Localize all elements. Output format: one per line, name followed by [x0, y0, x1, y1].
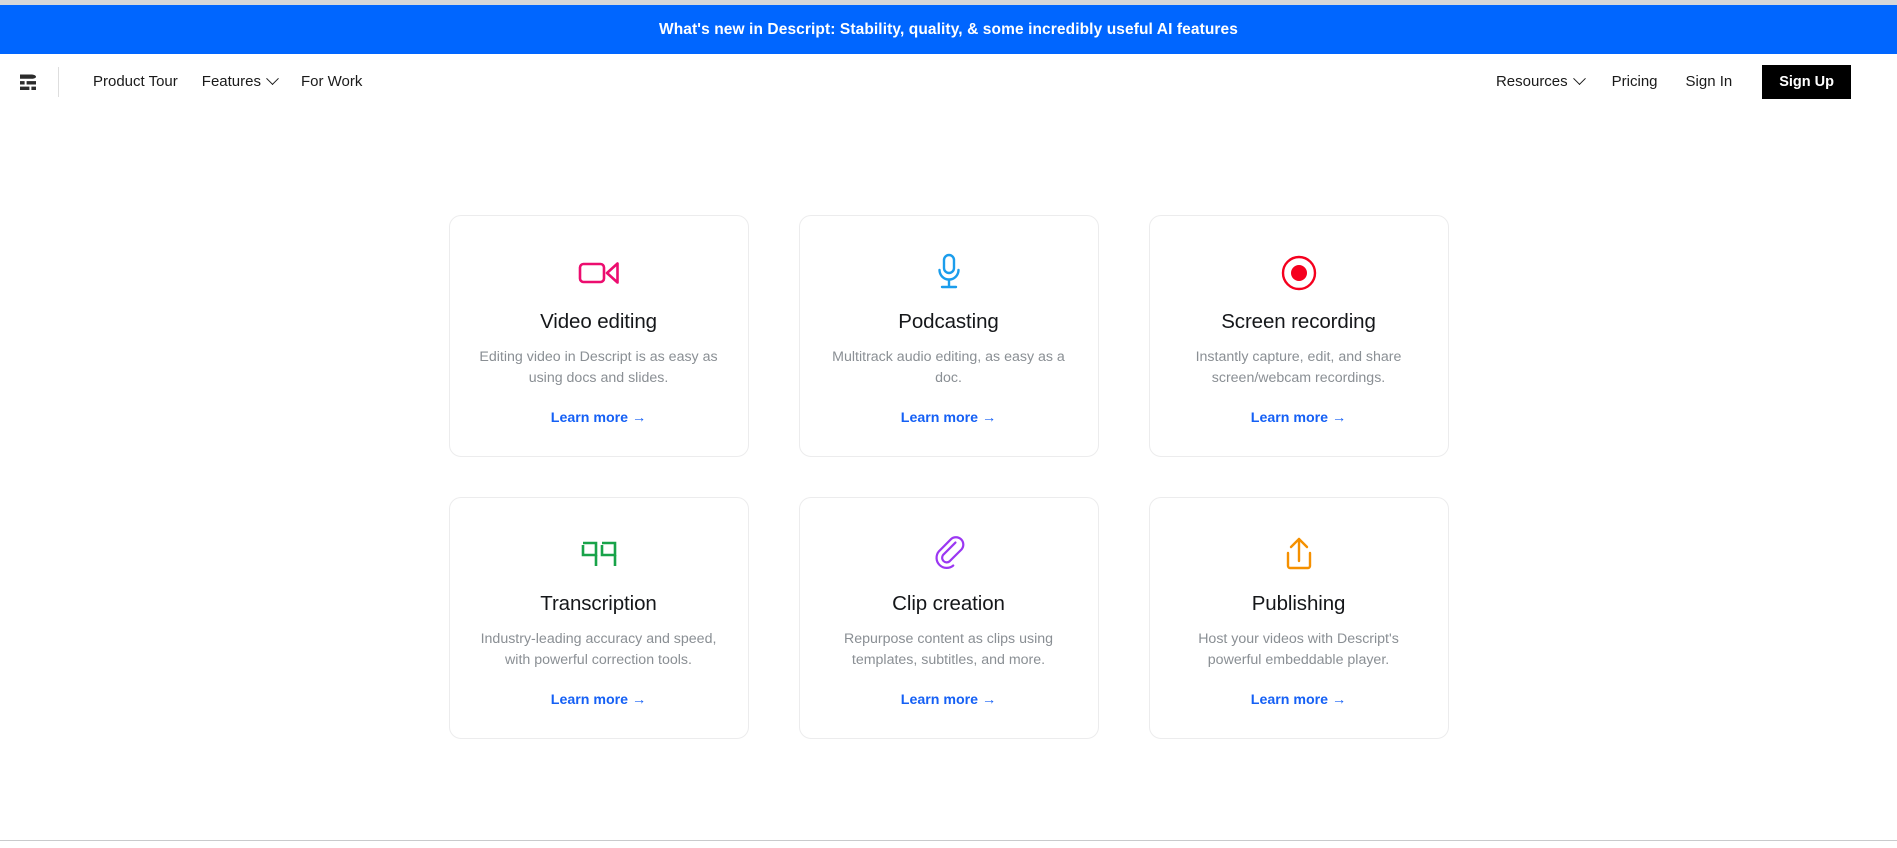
nav-item-label: Resources — [1495, 73, 1568, 90]
nav-item-features[interactable]: Features — [190, 67, 289, 96]
nav-item-product-tour[interactable]: Product Tour — [81, 67, 190, 96]
learn-more-link[interactable]: Learn more → — [551, 692, 646, 708]
card-title: Video editing — [540, 310, 657, 333]
nav-right-group: Resources Pricing Sign In Sign Up — [1484, 64, 1851, 99]
feature-card-podcasting[interactable]: Podcasting Multitrack audio editing, as … — [798, 215, 1099, 458]
card-title: Clip creation — [892, 592, 1005, 616]
card-description: Multitrack audio editing, as easy as a d… — [832, 349, 1065, 386]
card-title: Publishing — [1251, 592, 1346, 616]
learn-more-link[interactable]: Learn more → — [551, 410, 646, 426]
chevron-down-icon — [1572, 72, 1586, 86]
card-description: Industry-leading accuracy and speed, wit… — [480, 631, 717, 668]
nav-item-label: Product Tour — [93, 73, 178, 90]
card-title: Screen recording — [1221, 310, 1376, 333]
learn-more-link[interactable]: Learn more → — [1251, 410, 1346, 426]
feature-card-clip-creation[interactable]: Clip creation Repurpose content as clips… — [798, 497, 1099, 740]
chevron-down-icon — [266, 72, 279, 86]
feature-card-transcription[interactable]: Transcription Industry-leading accuracy … — [448, 497, 749, 740]
nav-item-for-work[interactable]: For Work — [289, 67, 374, 96]
nav-item-label: Sign In — [1685, 73, 1733, 90]
learn-more-link[interactable]: Learn more → — [1251, 692, 1346, 708]
card-description: Editing video in Descript is as easy as … — [479, 349, 718, 386]
learn-more-link[interactable]: Learn more → — [901, 692, 996, 708]
browser-bottom-strip — [0, 840, 1897, 848]
microphone-icon — [933, 250, 965, 296]
primary-nav-links: Product Tour Features For Work — [81, 67, 374, 96]
announcement-banner-text: What's new in Descript: Stability, quali… — [659, 20, 1238, 38]
record-circle-icon — [1280, 250, 1318, 296]
card-description: Host your videos with Descript's powerfu… — [1198, 631, 1399, 668]
nav-left-group: Product Tour Features For Work — [14, 66, 374, 97]
sign-up-button[interactable]: Sign Up — [1762, 64, 1851, 99]
feature-card-publishing[interactable]: Publishing Host your videos with Descrip… — [1148, 497, 1449, 740]
card-description: Instantly capture, edit, and share scree… — [1195, 349, 1402, 386]
quotation-marks-icon — [579, 532, 619, 578]
announcement-banner[interactable]: What's new in Descript: Stability, quali… — [0, 5, 1897, 54]
video-camera-icon — [578, 250, 620, 296]
feature-card-screen-recording[interactable]: Screen recording Instantly capture, edit… — [1148, 215, 1449, 458]
descript-logo[interactable] — [14, 67, 44, 97]
nav-item-pricing[interactable]: Pricing — [1600, 67, 1670, 96]
card-description: Repurpose content as clips using templat… — [844, 631, 1053, 668]
paperclip-icon — [931, 532, 967, 578]
nav-item-resources[interactable]: Resources — [1484, 67, 1596, 96]
card-title: Transcription — [540, 592, 657, 616]
feature-card-grid: Video editing Editing video in Descript … — [448, 215, 1449, 740]
nav-divider — [58, 66, 59, 97]
share-upload-icon — [1281, 532, 1317, 578]
main-content: Video editing Editing video in Descript … — [0, 109, 1897, 740]
feature-card-video-editing[interactable]: Video editing Editing video in Descript … — [448, 215, 749, 458]
nav-item-label: Pricing — [1611, 73, 1658, 90]
card-title: Podcasting — [898, 310, 999, 333]
nav-item-sign-in[interactable]: Sign In — [1674, 67, 1745, 96]
main-navigation-bar: Product Tour Features For Work Resources… — [0, 54, 1897, 109]
learn-more-link[interactable]: Learn more → — [901, 410, 996, 426]
nav-item-label: For Work — [300, 73, 363, 90]
nav-item-label: Features — [201, 73, 261, 90]
